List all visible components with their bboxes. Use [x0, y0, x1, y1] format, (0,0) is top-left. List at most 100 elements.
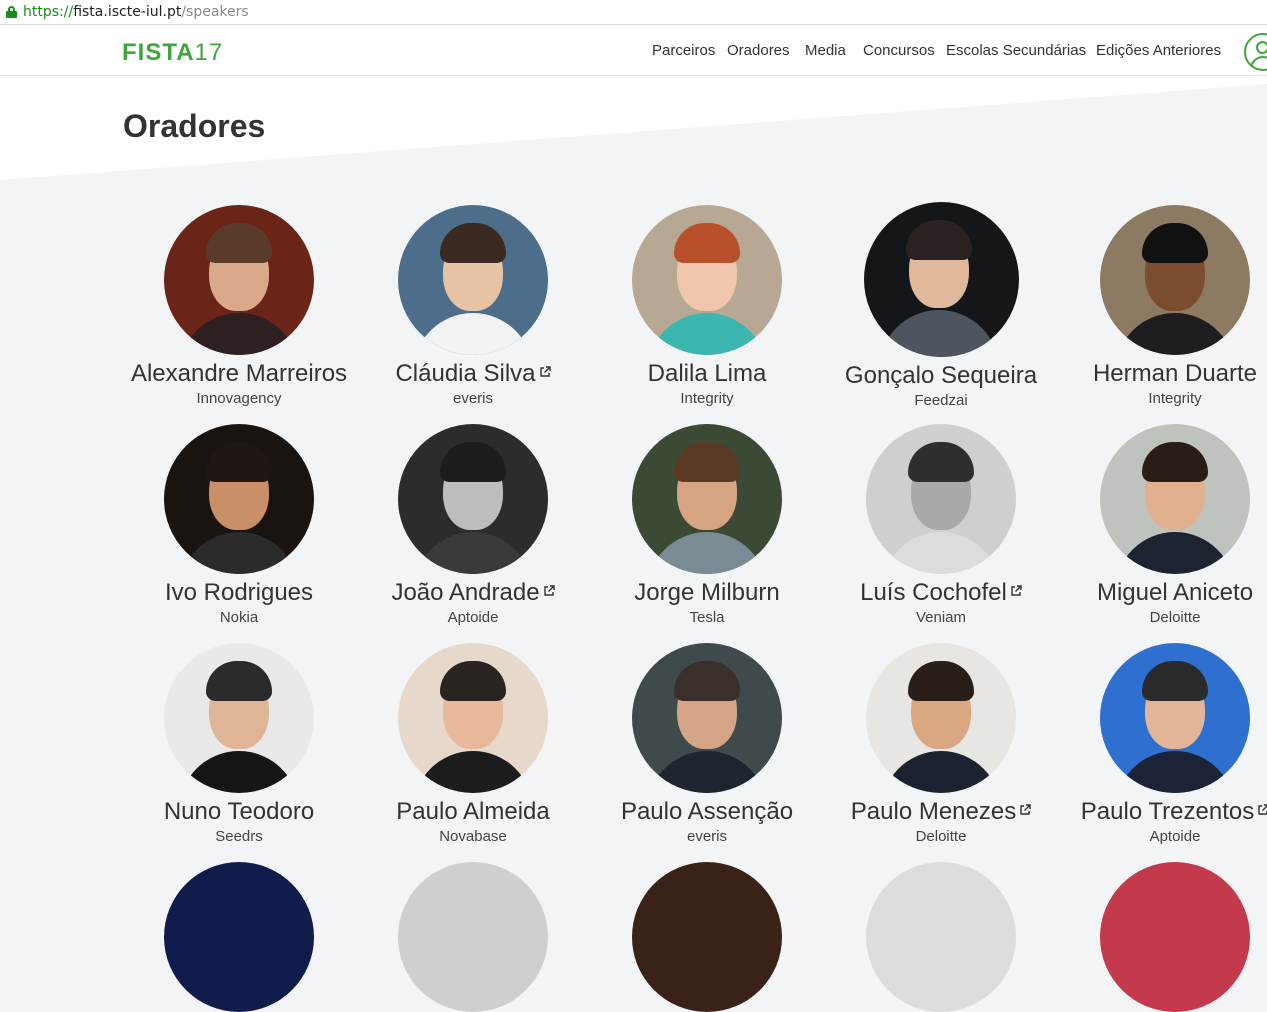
logo-text: FISTA — [122, 39, 195, 66]
speaker-photo — [398, 424, 548, 574]
nav-edicoes-anteriores[interactable]: Edições Anteriores — [1096, 42, 1221, 59]
speaker-photo-partial — [632, 862, 782, 1012]
speaker-card[interactable]: Dalila Lima Integrity — [590, 205, 824, 409]
nav-concursos[interactable]: Concursos — [863, 42, 935, 59]
speaker-photo — [164, 424, 314, 574]
speaker-company: Nokia — [219, 609, 259, 626]
speaker-card[interactable]: Jorge Milburn Tesla — [590, 424, 824, 628]
speaker-company: Innovagency — [196, 390, 282, 407]
speaker-photo-partial — [164, 862, 314, 1012]
speaker-company: Tesla — [689, 609, 725, 626]
speaker-photo — [1100, 424, 1250, 574]
nav-oradores[interactable]: Oradores — [727, 42, 790, 59]
speaker-photo — [866, 424, 1016, 574]
speaker-name-text: Luís Cochofel — [860, 579, 1007, 606]
speaker-company: Integrity — [1148, 390, 1202, 407]
speaker-name: João Andrade — [356, 578, 590, 608]
speaker-name-text: Ivo Rodrigues — [164, 579, 314, 606]
speaker-photo — [398, 643, 548, 793]
speaker-company: Seedrs — [215, 828, 263, 845]
speaker-name: Jorge Milburn — [590, 578, 824, 608]
speaker-company: Aptoide — [447, 609, 499, 626]
speaker-company: Integrity — [680, 390, 734, 407]
speaker-company: everis — [686, 828, 727, 845]
speaker-card[interactable]: João Andrade Aptoide — [356, 424, 590, 628]
speaker-company: Veniam — [915, 609, 967, 626]
speaker-name-text: Paulo Assenção — [620, 798, 794, 825]
speaker-photo-partial — [866, 862, 1016, 1012]
lock-icon — [6, 6, 17, 18]
speaker-photo — [632, 424, 782, 574]
speaker-card[interactable]: Gonçalo Sequeira Feedzai — [824, 202, 1058, 411]
speaker-photo — [164, 205, 314, 355]
speaker-name-text: Miguel Aniceto — [1096, 579, 1254, 606]
url-host: fista.iscte-iul.pt — [73, 4, 182, 20]
speaker-name-text: Gonçalo Sequeira — [844, 362, 1038, 389]
speaker-photo — [632, 205, 782, 355]
speaker-photo-partial — [1100, 862, 1250, 1012]
speaker-photo — [632, 643, 782, 793]
speaker-card[interactable]: Paulo Trezentos Aptoide — [1058, 643, 1267, 847]
speaker-name-text: Jorge Milburn — [634, 579, 780, 606]
page-title: Oradores — [123, 108, 266, 144]
speaker-name-text: Herman Duarte — [1092, 360, 1258, 387]
speaker-photo — [398, 205, 548, 355]
speaker-name-text: Dalila Lima — [647, 360, 767, 387]
speaker-name: Cláudia Silva — [356, 359, 590, 389]
speaker-name-text: Alexandre Marreiros — [130, 360, 348, 387]
speaker-name-text: Cláudia Silva — [395, 360, 536, 387]
external-link-icon[interactable] — [539, 366, 551, 381]
speaker-company: Novabase — [439, 828, 507, 845]
speaker-company: Feedzai — [914, 392, 968, 409]
speaker-name-text: Paulo Almeida — [396, 798, 550, 825]
speaker-photo — [164, 643, 314, 793]
speaker-name: Gonçalo Sequeira — [824, 361, 1058, 391]
user-icon[interactable] — [1244, 33, 1267, 71]
speaker-name: Ivo Rodrigues — [122, 578, 356, 608]
speaker-name-text: Paulo Menezes — [850, 798, 1017, 825]
speaker-card[interactable]: Cláudia Silva everis — [356, 205, 590, 409]
speaker-name: Nuno Teodoro — [122, 797, 356, 827]
speaker-card[interactable]: Herman Duarte Integrity — [1058, 205, 1267, 409]
speaker-photo-partial — [398, 862, 548, 1012]
speaker-name: Miguel Aniceto — [1058, 578, 1267, 608]
speaker-photo — [1100, 643, 1250, 793]
site-header: FISTA17 Parceiros Oradores Media Concurs… — [0, 25, 1267, 76]
speaker-company: Aptoide — [1149, 828, 1201, 845]
speaker-photo — [863, 202, 1019, 357]
external-link-icon[interactable] — [1257, 804, 1267, 819]
speaker-card[interactable]: Paulo Menezes Deloitte — [824, 643, 1058, 847]
speaker-name-text: Paulo Trezentos — [1080, 798, 1255, 825]
speaker-name: Dalila Lima — [590, 359, 824, 389]
speaker-company: Deloitte — [1149, 609, 1201, 626]
external-link-icon[interactable] — [543, 585, 555, 600]
nav-media[interactable]: Media — [805, 42, 846, 59]
external-link-icon[interactable] — [1010, 585, 1022, 600]
speaker-photo — [1100, 205, 1250, 355]
site-logo[interactable]: FISTA17 — [122, 39, 223, 67]
speaker-name: Paulo Assenção — [590, 797, 824, 827]
nav-parceiros[interactable]: Parceiros — [652, 42, 715, 59]
external-link-icon[interactable] — [1019, 804, 1031, 819]
speaker-name-text: João Andrade — [391, 579, 540, 606]
speaker-name: Paulo Trezentos — [1058, 797, 1267, 827]
speaker-card[interactable]: Miguel Aniceto Deloitte — [1058, 424, 1267, 628]
speaker-card[interactable]: Ivo Rodrigues Nokia — [122, 424, 356, 628]
speaker-name-text: Nuno Teodoro — [163, 798, 315, 825]
speaker-card[interactable]: Paulo Almeida Novabase — [356, 643, 590, 847]
speaker-card[interactable]: Nuno Teodoro Seedrs — [122, 643, 356, 847]
speaker-card[interactable]: Paulo Assenção everis — [590, 643, 824, 847]
speaker-name: Luís Cochofel — [824, 578, 1058, 608]
address-bar[interactable]: https:// fista.iscte-iul.pt /speakers — [0, 0, 1267, 25]
speaker-name: Paulo Menezes — [824, 797, 1058, 827]
speaker-card[interactable]: Alexandre Marreiros Innovagency — [122, 205, 356, 409]
logo-number: 17 — [194, 39, 224, 66]
url-path: /speakers — [181, 4, 249, 20]
speaker-photo — [866, 643, 1016, 793]
speaker-name: Herman Duarte — [1058, 359, 1267, 389]
speaker-company: Deloitte — [915, 828, 967, 845]
speaker-name: Alexandre Marreiros — [122, 359, 356, 389]
speaker-card[interactable]: Luís Cochofel Veniam — [824, 424, 1058, 628]
nav-escolas-secundarias[interactable]: Escolas Secundárias — [946, 42, 1086, 59]
speaker-name: Paulo Almeida — [356, 797, 590, 827]
